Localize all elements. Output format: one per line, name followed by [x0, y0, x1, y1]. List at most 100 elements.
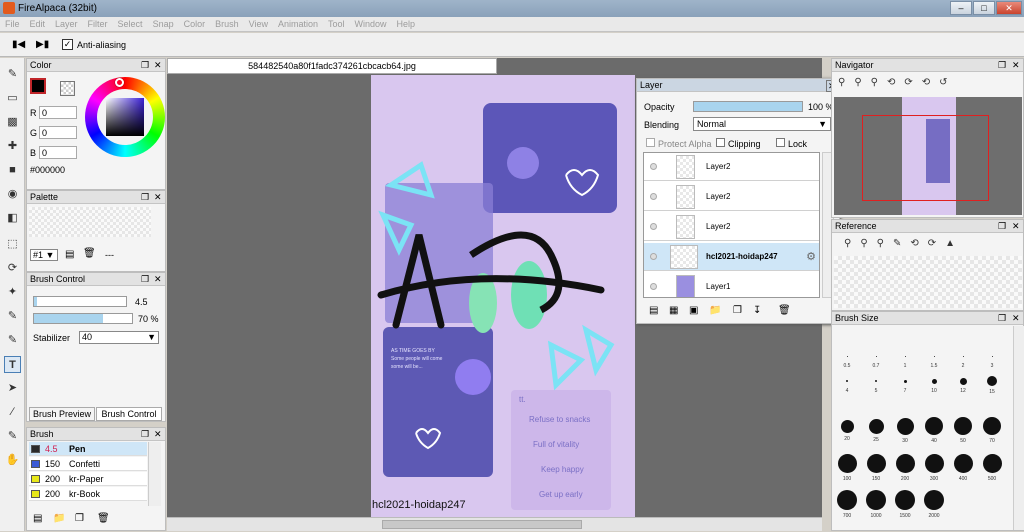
brush-size-dot[interactable]	[895, 490, 915, 510]
brush-item[interactable]: 200 kr-Book	[29, 487, 147, 501]
brush-size-dot[interactable]	[991, 355, 993, 357]
visibility-icon[interactable]	[650, 253, 657, 260]
add-brush-icon[interactable]: ▤	[33, 513, 42, 524]
brush-size-dot[interactable]	[953, 453, 973, 473]
layer-row[interactable]: Layer2	[644, 213, 819, 241]
brush-size-dot[interactable]	[903, 379, 907, 383]
g-input[interactable]	[39, 126, 77, 139]
brush-size-dot[interactable]	[875, 380, 877, 382]
brush-size-dot[interactable]	[983, 417, 1001, 435]
artwork-canvas[interactable]: AS TIME GOES BY Some people will come some…	[371, 75, 635, 517]
brush-size-dot[interactable]	[896, 417, 914, 435]
dot-tool-icon[interactable]: ▩	[4, 114, 21, 131]
close-icon[interactable]: ✕	[154, 191, 162, 204]
folder-icon[interactable]: 📁	[53, 513, 65, 524]
divide-tool-icon[interactable]: ∕	[4, 404, 21, 421]
layer-row[interactable]: Layer2	[644, 153, 819, 181]
delete-palette-icon[interactable]: 🗑	[83, 248, 96, 259]
tab-brush-preview[interactable]: Brush Preview	[29, 407, 95, 421]
menu-item-window[interactable]: Window	[350, 17, 392, 32]
brush-size-dot[interactable]	[925, 417, 943, 435]
menu-item-layer[interactable]: Layer	[50, 17, 83, 32]
brush-size-dot[interactable]	[895, 453, 915, 473]
menu-item-animation[interactable]: Animation	[273, 17, 323, 32]
gradient-tool-icon[interactable]: ◧	[4, 210, 21, 227]
hue-handle[interactable]	[115, 78, 124, 87]
brush-size-dot[interactable]	[866, 453, 886, 473]
duplicate-layer-icon[interactable]: ❐	[733, 305, 742, 316]
close-button[interactable]: ✕	[996, 1, 1022, 15]
merge-layer-icon[interactable]: ↧	[753, 305, 761, 316]
reference-tools[interactable]: ⚲⚲⚲✎⟲⟳▲	[844, 238, 964, 249]
select-tool-icon[interactable]: ⬚	[4, 236, 21, 253]
brush-size-dot[interactable]	[875, 355, 877, 357]
transparent-color-swatch[interactable]	[60, 81, 75, 96]
brush-size-dot[interactable]	[962, 355, 964, 357]
select-pen-icon[interactable]: ✎	[4, 308, 21, 325]
navigator-view[interactable]	[834, 97, 1022, 215]
menu-item-select[interactable]: Select	[113, 17, 148, 32]
duplicate-brush-icon[interactable]: ❐	[75, 513, 84, 524]
close-icon[interactable]: ✕	[154, 428, 162, 441]
menu-item-file[interactable]: File	[0, 17, 25, 32]
layer-opacity-slider[interactable]	[693, 101, 803, 112]
brush-size-dot[interactable]	[954, 417, 972, 435]
lasso-tool-icon[interactable]: ⟳	[4, 260, 21, 277]
magic-wand-icon[interactable]: ✦	[4, 284, 21, 301]
hand-tool-icon[interactable]: ✋	[4, 452, 21, 469]
layer-row[interactable]: hcl2021-hoidap247 ⚙	[644, 243, 819, 271]
move-tool-icon[interactable]: ✚	[4, 138, 21, 155]
visibility-icon[interactable]	[650, 193, 657, 200]
brush-size-dot[interactable]	[837, 490, 857, 510]
palette-select[interactable]: #1 ▼	[30, 249, 58, 261]
pen-tool-icon[interactable]: ✎	[4, 66, 21, 83]
brush-size-dot[interactable]	[933, 355, 935, 357]
protect-alpha-checkbox[interactable]	[646, 138, 655, 147]
menu-item-brush[interactable]: Brush	[210, 17, 244, 32]
horizontal-scrollbar[interactable]	[167, 517, 822, 531]
brush-size-scrollbar[interactable]	[1013, 326, 1024, 530]
float-icon[interactable]: ❐	[998, 59, 1006, 72]
visibility-icon[interactable]	[650, 283, 657, 290]
reference-view[interactable]	[834, 256, 1022, 308]
fill-tool-icon[interactable]: ■	[4, 162, 21, 179]
text-tool-icon[interactable]: T	[4, 356, 21, 373]
blending-select[interactable]: Normal ▼	[693, 117, 831, 131]
menu-item-help[interactable]: Help	[392, 17, 421, 32]
brush-size-slider[interactable]	[33, 296, 127, 307]
brush-size-dot[interactable]	[846, 380, 848, 382]
primary-color-swatch[interactable]	[30, 78, 46, 94]
r-input[interactable]	[39, 106, 77, 119]
brush-size-dot[interactable]	[924, 453, 944, 473]
menu-item-color[interactable]: Color	[179, 17, 211, 32]
layer-folder-icon[interactable]: 📁	[709, 305, 721, 316]
select-eraser-icon[interactable]: ✎	[4, 332, 21, 349]
menu-item-snap[interactable]: Snap	[148, 17, 179, 32]
scroll-thumb[interactable]	[382, 520, 582, 529]
menu-item-filter[interactable]: Filter	[83, 17, 113, 32]
b-input[interactable]	[39, 146, 77, 159]
close-icon[interactable]: ✕	[154, 273, 162, 286]
navigator-viewport-frame[interactable]	[862, 115, 989, 201]
operation-tool-icon[interactable]: ➤	[4, 380, 21, 397]
layer-row[interactable]: Layer1	[644, 273, 819, 297]
brush-size-dot[interactable]	[840, 419, 854, 433]
palette-more[interactable]: ---	[105, 250, 114, 260]
eyedropper-icon[interactable]: ✎	[4, 428, 21, 445]
brush-opacity-slider[interactable]	[33, 313, 133, 324]
add-1bit-layer-icon[interactable]: ▣	[689, 305, 698, 316]
brush-item[interactable]: 4.5 Pen	[29, 442, 147, 456]
color-wheel[interactable]	[85, 77, 165, 157]
brush-size-dot[interactable]	[904, 355, 906, 357]
layer-settings-icon[interactable]: ⚙	[806, 250, 816, 263]
brush-size-dot[interactable]	[868, 418, 884, 434]
visibility-icon[interactable]	[650, 163, 657, 170]
delete-layer-icon[interactable]: 🗑	[778, 305, 791, 316]
close-icon[interactable]: ✕	[1012, 59, 1020, 72]
brush-size-dot[interactable]	[959, 377, 967, 385]
brush-scrollbar[interactable]	[148, 442, 161, 506]
palette-grid[interactable]	[29, 207, 151, 237]
menu-item-edit[interactable]: Edit	[25, 17, 51, 32]
stabilizer-select[interactable]: 40 ▼	[79, 331, 159, 344]
minimize-button[interactable]: –	[950, 1, 972, 15]
